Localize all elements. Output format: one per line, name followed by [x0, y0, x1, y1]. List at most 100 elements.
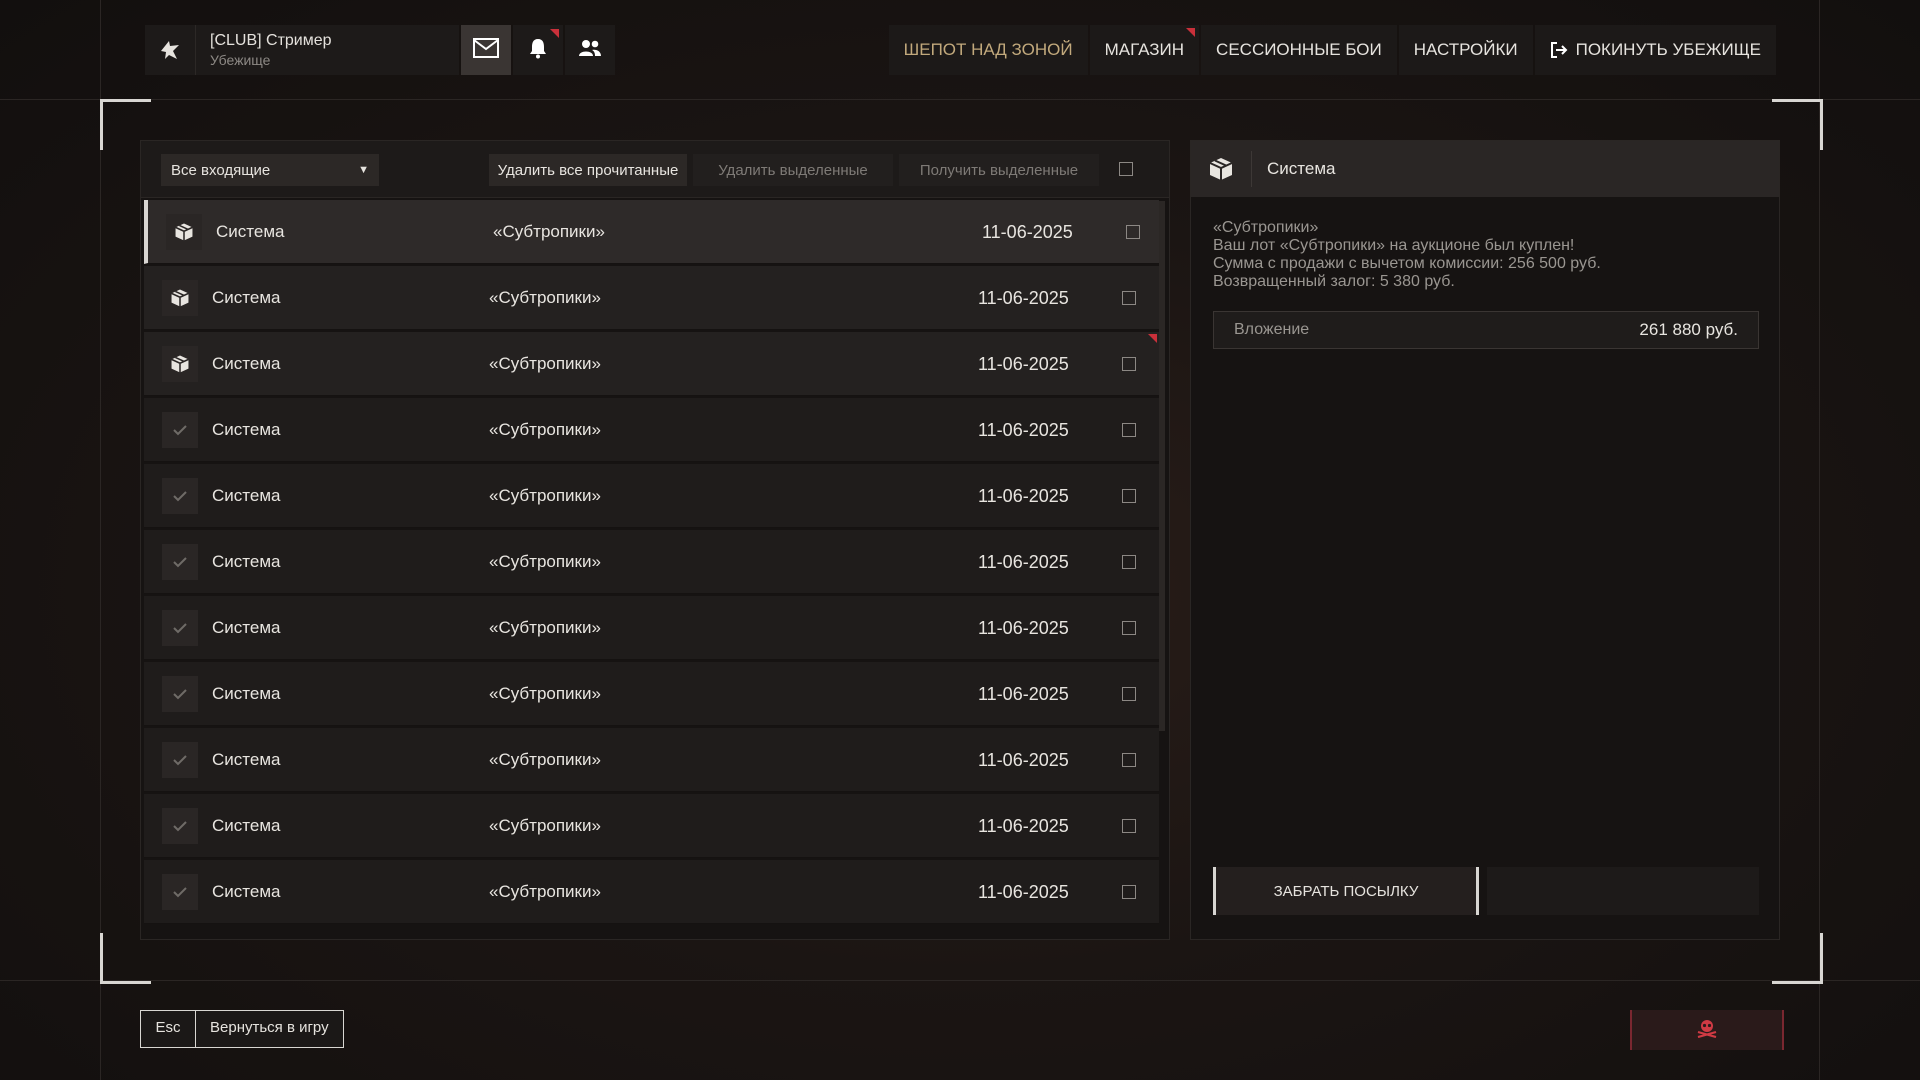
nav-leave-shelter[interactable]: ПОКИНУТЬ УБЕЖИЩЕ — [1534, 25, 1776, 75]
message-row[interactable]: Система «Субтропики» 11-06-2025 — [144, 860, 1159, 924]
message-subject: «Субтропики» — [489, 486, 601, 505]
message-subject: «Субтропики» — [489, 684, 601, 703]
message-list-scrollbar[interactable] — [1159, 201, 1165, 731]
message-checkbox[interactable] — [1126, 225, 1140, 239]
friends-icon — [578, 38, 602, 63]
message-subject: «Субтропики» — [489, 618, 601, 637]
message-subject: «Субтропики» — [489, 288, 601, 307]
check-icon — [162, 610, 198, 646]
return-to-game-label: Вернуться в игру — [210, 1019, 329, 1036]
message-checkbox[interactable] — [1122, 753, 1136, 767]
package-icon — [162, 346, 198, 382]
new-message-badge — [1148, 334, 1157, 343]
message-row[interactable]: Система «Субтропики» 11-06-2025 — [144, 464, 1159, 528]
nav-settings[interactable]: НАСТРОЙКИ — [1398, 25, 1533, 75]
frame-left-line — [100, 0, 101, 1080]
message-date: 11-06-2025 — [978, 882, 1069, 902]
inbox-filter-dropdown[interactable]: Все входящие ▼ — [161, 154, 379, 186]
message-date: 11-06-2025 — [978, 420, 1069, 440]
message-subject: «Субтропики» — [489, 354, 601, 373]
mail-button[interactable] — [461, 25, 511, 75]
message-body-line: Возвращенный залог: 5 380 руб. — [1213, 273, 1455, 290]
clan-logo-icon — [145, 25, 196, 75]
bell-icon — [528, 37, 548, 64]
inbox-panel: Все входящие ▼ Удалить все прочитанные У… — [140, 140, 1170, 940]
message-date: 11-06-2025 — [978, 750, 1069, 770]
player-profile[interactable]: [CLUB] Стример Убежище — [145, 25, 459, 75]
message-subject: «Субтропики» — [489, 420, 601, 439]
message-checkbox[interactable] — [1122, 819, 1136, 833]
suicide-button[interactable] — [1630, 1010, 1784, 1050]
message-subject: «Субтропики» — [489, 882, 601, 901]
message-date: 11-06-2025 — [978, 354, 1069, 374]
check-icon — [162, 478, 198, 514]
message-checkbox[interactable] — [1122, 555, 1136, 569]
message-row[interactable]: Система «Субтропики» 11-06-2025 — [144, 794, 1159, 858]
nav-whisper-over-zone[interactable]: ШЕПОТ НАД ЗОНОЙ — [888, 25, 1088, 75]
check-icon — [162, 874, 198, 910]
message-date: 11-06-2025 — [978, 816, 1069, 836]
package-icon — [1203, 151, 1239, 187]
inbox-filter-value: Все входящие — [171, 161, 271, 179]
message-subject: «Субтропики» — [489, 750, 601, 769]
message-row[interactable]: Система «Субтропики» 11-06-2025 — [144, 200, 1159, 264]
message-checkbox[interactable] — [1122, 885, 1136, 899]
message-sender: Система — [212, 288, 281, 307]
exit-icon — [1550, 41, 1568, 59]
check-icon — [162, 808, 198, 844]
secondary-action-slot — [1487, 867, 1759, 915]
nav-shop[interactable]: МАГАЗИН — [1089, 25, 1200, 75]
message-date: 11-06-2025 — [978, 618, 1069, 638]
message-checkbox[interactable] — [1122, 291, 1136, 305]
message-sender: Система — [212, 486, 281, 505]
return-to-game-hint[interactable]: Esc Вернуться в игру — [140, 1010, 344, 1048]
select-all-checkbox[interactable] — [1119, 162, 1133, 176]
message-sender: Система — [212, 420, 281, 439]
message-checkbox[interactable] — [1122, 621, 1136, 635]
message-row[interactable]: Система «Субтропики» 11-06-2025 — [144, 596, 1159, 660]
delete-all-read-button[interactable]: Удалить все прочитанные — [489, 154, 687, 186]
shop-new-badge — [1186, 28, 1196, 37]
claim-parcel-button[interactable]: ЗАБРАТЬ ПОСЫЛКУ — [1213, 867, 1479, 915]
message-row[interactable]: Система «Субтропики» 11-06-2025 — [144, 662, 1159, 726]
message-sender: Система — [1267, 159, 1336, 178]
receive-selected-button[interactable]: Получить выделенные — [899, 154, 1099, 186]
footer-divider — [0, 980, 1920, 981]
header-divider — [0, 99, 1920, 100]
message-checkbox[interactable] — [1122, 687, 1136, 701]
message-sender: Система — [212, 750, 281, 769]
message-subject: «Субтропики» — [489, 816, 601, 835]
message-row[interactable]: Система «Субтропики» 11-06-2025 — [144, 398, 1159, 462]
check-icon — [162, 676, 198, 712]
message-body-line: Сумма с продажи с вычетом комиссии: 256 … — [1213, 255, 1601, 272]
friends-button[interactable] — [565, 25, 615, 75]
delete-selected-button[interactable]: Удалить выделенные — [693, 154, 893, 186]
mail-icon — [473, 37, 499, 63]
nav-leave-shelter-label: ПОКИНУТЬ УБЕЖИЩЕ — [1575, 40, 1761, 59]
notifications-button[interactable] — [513, 25, 563, 75]
message-checkbox[interactable] — [1122, 357, 1136, 371]
inbox-toolbar: Все входящие ▼ Удалить все прочитанные У… — [141, 141, 1169, 198]
message-checkbox[interactable] — [1122, 423, 1136, 437]
message-row[interactable]: Система «Субтропики» 11-06-2025 — [144, 266, 1159, 330]
frame-right-line — [1819, 0, 1820, 1080]
message-date: 11-06-2025 — [982, 222, 1073, 242]
message-checkbox[interactable] — [1122, 489, 1136, 503]
player-location: Убежище — [210, 52, 271, 68]
message-date: 11-06-2025 — [978, 552, 1069, 572]
message-row[interactable]: Система «Субтропики» 11-06-2025 — [144, 728, 1159, 792]
message-detail-panel: Система «Субтропики» Ваш лот «Субтропики… — [1190, 140, 1780, 940]
message-subject: «Субтропики» — [489, 552, 601, 571]
esc-key-label: Esc — [141, 1011, 196, 1047]
message-sender: Система — [212, 618, 281, 637]
check-icon — [162, 544, 198, 580]
message-body-line: «Субтропики» — [1213, 219, 1319, 236]
message-sender: Система — [212, 684, 281, 703]
message-row[interactable]: Система «Субтропики» 11-06-2025 — [144, 530, 1159, 594]
nav-session-battles[interactable]: СЕССИОННЫЕ БОИ — [1201, 25, 1397, 75]
message-sender: Система — [212, 882, 281, 901]
message-row[interactable]: Система «Субтропики» 11-06-2025 — [144, 332, 1159, 396]
message-sender: Система — [212, 552, 281, 571]
skull-crossbones-icon — [1696, 1018, 1718, 1043]
dropdown-arrow-icon: ▼ — [358, 164, 369, 176]
